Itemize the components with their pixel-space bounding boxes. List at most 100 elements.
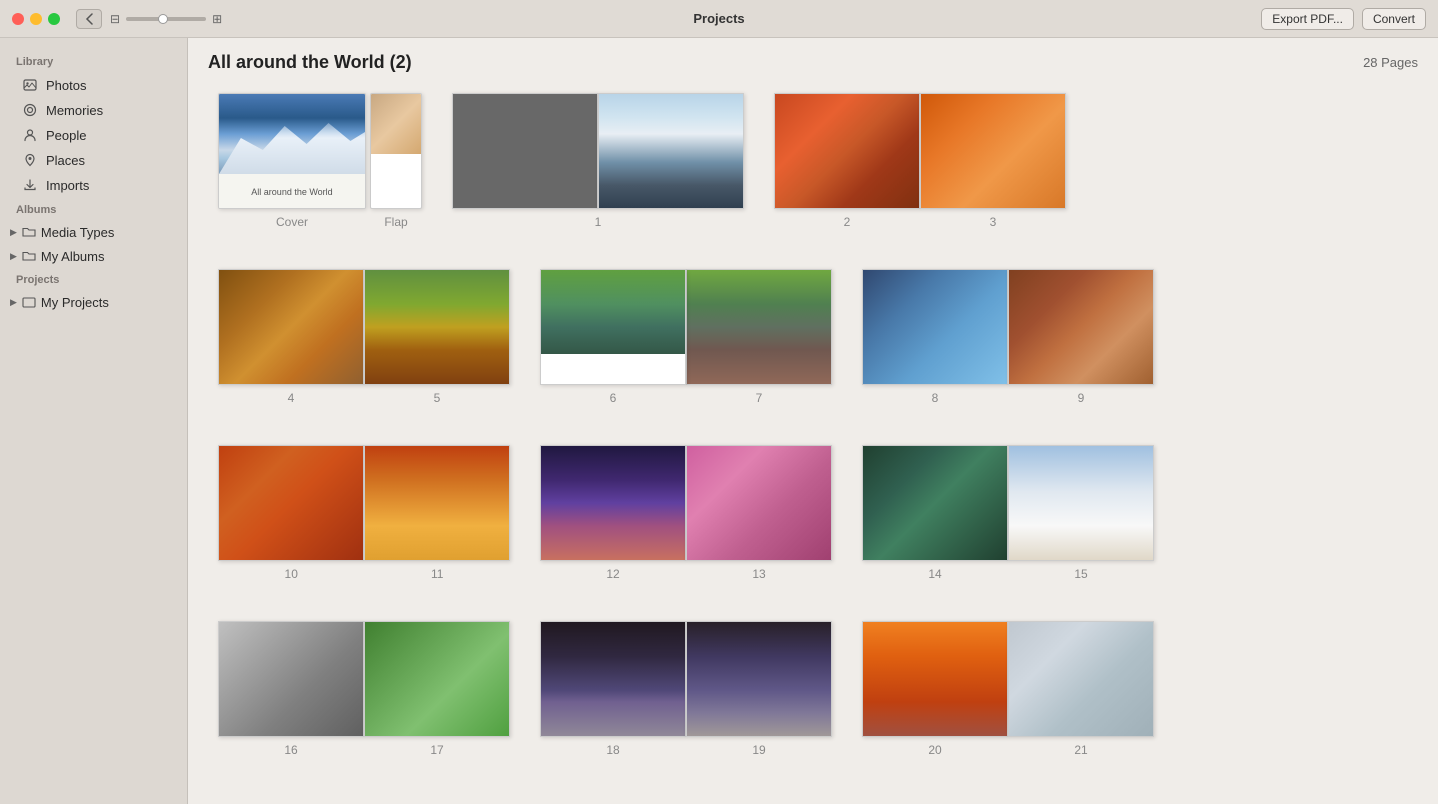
spread-8-9[interactable]: 8 9 (862, 269, 1154, 405)
page-5-photo (364, 269, 510, 385)
memories-label: Memories (46, 103, 103, 118)
cover-page: All around the World (218, 93, 366, 209)
spread-18-19[interactable]: 18 19 (540, 621, 832, 757)
sidebar-group-my-albums[interactable]: ▶ My Albums (0, 244, 187, 268)
imports-label: Imports (46, 178, 89, 193)
spread-1[interactable]: 1 (452, 93, 744, 229)
page-13-label: 13 (752, 567, 765, 581)
places-icon (22, 152, 38, 168)
page-11-photo (364, 445, 510, 561)
my-albums-folder-icon (21, 248, 37, 264)
flap-item[interactable]: Flap (370, 93, 422, 229)
window-title: Projects (693, 11, 744, 26)
page-count: 28 Pages (1363, 55, 1418, 70)
zoom-in-icon: ⊞ (212, 12, 222, 26)
imports-icon (22, 177, 38, 193)
zoom-thumb (158, 14, 168, 24)
zoom-out-icon: ⊟ (110, 12, 120, 26)
page-3-label: 3 (990, 215, 997, 229)
spread-14-15[interactable]: 14 15 (862, 445, 1154, 581)
albums-section-label: Albums (0, 198, 187, 220)
people-icon (22, 127, 38, 143)
flap-label: Flap (384, 215, 407, 229)
titlebar-right: Export PDF... Convert (1261, 8, 1426, 30)
convert-button[interactable]: Convert (1362, 8, 1426, 30)
sidebar-item-memories[interactable]: Memories (6, 98, 181, 122)
page-1-right-photo (598, 93, 744, 209)
sidebar-item-photos[interactable]: Photos (6, 73, 181, 97)
page-6-label: 6 (610, 391, 617, 405)
page-16-photo (218, 621, 364, 737)
folder-icon (21, 224, 37, 240)
memories-icon (22, 102, 38, 118)
page-5-label: 5 (434, 391, 441, 405)
page-10-photo (218, 445, 364, 561)
titlebar: ⊟ ⊞ Projects Export PDF... Convert (0, 0, 1438, 38)
media-types-label: Media Types (41, 225, 114, 240)
photos-icon (22, 77, 38, 93)
page-7-label: 7 (756, 391, 763, 405)
zoom-slider[interactable] (126, 17, 206, 21)
page-2-label: 2 (844, 215, 851, 229)
page-1-left-photo (452, 93, 598, 209)
content-title: All around the World (2) (208, 52, 412, 73)
page-16-label: 16 (284, 743, 297, 757)
sidebar-item-imports[interactable]: Imports (6, 173, 181, 197)
page-14-photo (862, 445, 1008, 561)
pages-row-4: 16 17 18 19 (218, 621, 1408, 757)
back-button[interactable] (76, 9, 102, 29)
projects-section-label: Projects (0, 268, 187, 290)
spread-10-11[interactable]: 10 11 (218, 445, 510, 581)
my-projects-icon (21, 294, 37, 310)
sidebar-group-media-types[interactable]: ▶ Media Types (0, 220, 187, 244)
sidebar: Library Photos Memories (0, 38, 188, 804)
zoom-controls: ⊟ ⊞ (110, 12, 222, 26)
places-label: Places (46, 153, 85, 168)
people-label: People (46, 128, 86, 143)
page-18-label: 18 (606, 743, 619, 757)
spread-2-3[interactable]: 2 3 (774, 93, 1066, 229)
page-8-photo (862, 269, 1008, 385)
page-12-photo (540, 445, 686, 561)
page-6-photo (540, 269, 686, 385)
chevron-icon-3: ▶ (10, 297, 17, 308)
page-20-photo (862, 621, 1008, 737)
close-button[interactable] (12, 13, 24, 25)
flap-page (370, 93, 422, 209)
spread-16-17[interactable]: 16 17 (218, 621, 510, 757)
pages-grid: All around the World Cover Flap (188, 83, 1438, 787)
minimize-button[interactable] (30, 13, 42, 25)
page-20-label: 20 (928, 743, 941, 757)
page-9-photo (1008, 269, 1154, 385)
spread-6-7[interactable]: 6 7 (540, 269, 832, 405)
cover-flap-group: All around the World Cover Flap (218, 93, 422, 229)
page-15-photo (1008, 445, 1154, 561)
page-9-label: 9 (1078, 391, 1085, 405)
sidebar-item-people[interactable]: People (6, 123, 181, 147)
sidebar-item-places[interactable]: Places (6, 148, 181, 172)
sidebar-group-my-projects[interactable]: ▶ My Projects (0, 290, 187, 314)
page-11-label: 11 (431, 567, 443, 581)
pages-row-1: All around the World Cover Flap (218, 93, 1408, 229)
export-pdf-button[interactable]: Export PDF... (1261, 8, 1354, 30)
page-17-label: 17 (430, 743, 443, 757)
traffic-lights (12, 13, 60, 25)
maximize-button[interactable] (48, 13, 60, 25)
page-21-label: 21 (1074, 743, 1087, 757)
titlebar-left: ⊟ ⊞ (12, 9, 222, 29)
cover-item[interactable]: All around the World Cover (218, 93, 366, 229)
content-header: All around the World (2) 28 Pages (188, 38, 1438, 83)
cover-text: All around the World (219, 174, 365, 209)
spread-20-21[interactable]: 20 21 (862, 621, 1154, 757)
library-section-label: Library (0, 50, 187, 72)
page-18-photo (540, 621, 686, 737)
page-12-label: 12 (606, 567, 619, 581)
page-19-label: 19 (752, 743, 765, 757)
spread-4-5[interactable]: 4 5 (218, 269, 510, 405)
page-4-photo (218, 269, 364, 385)
spread-12-13[interactable]: 12 13 (540, 445, 832, 581)
page-19-photo (686, 621, 832, 737)
my-albums-label: My Albums (41, 249, 105, 264)
page-15-label: 15 (1074, 567, 1087, 581)
pages-row-2: 4 5 6 7 (218, 269, 1408, 405)
